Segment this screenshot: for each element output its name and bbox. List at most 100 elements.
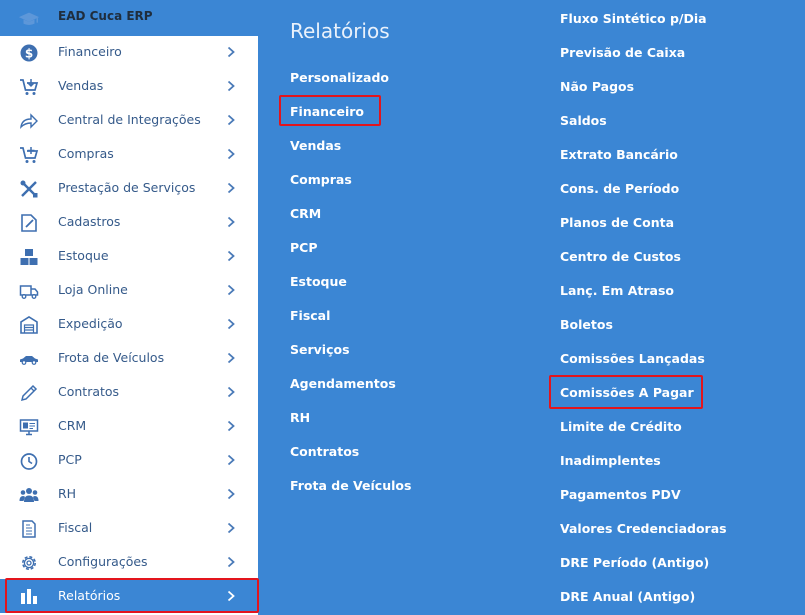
- report-item-inadimplentes[interactable]: Inadimplentes: [560, 453, 661, 468]
- sidebar-item-cadastros[interactable]: Cadastros: [0, 205, 258, 239]
- sidebar-item-label: Expedição: [58, 316, 123, 331]
- sidebar-item-rh[interactable]: RH: [0, 477, 258, 511]
- sidebar-item-label: Central de Integrações: [58, 112, 201, 127]
- sidebar-item-contratos[interactable]: Contratos: [0, 375, 258, 409]
- submenu-item-frota-veiculos[interactable]: Frota de Veículos: [290, 478, 411, 493]
- brand-header[interactable]: EAD Cuca ERP: [0, 0, 258, 36]
- warehouse-icon: [20, 316, 38, 334]
- share-arrow-icon: [20, 113, 38, 129]
- chevron-right-icon: [227, 114, 235, 126]
- highlight-box-relatorios: [5, 578, 259, 613]
- sidebar-item-label: Prestação de Serviços: [58, 180, 196, 195]
- submenu-item-contratos[interactable]: Contratos: [290, 444, 359, 459]
- chevron-right-icon: [227, 80, 235, 92]
- report-item-comissoes-a-pagar[interactable]: Comissões A Pagar: [560, 385, 694, 400]
- sidebar-item-label: RH: [58, 486, 77, 501]
- chevron-right-icon: [227, 216, 235, 228]
- sidebar-item-configuracoes[interactable]: Configurações: [0, 545, 258, 579]
- sidebar-item-crm[interactable]: CRM: [0, 409, 258, 443]
- report-item-limite-credito[interactable]: Limite de Crédito: [560, 419, 682, 434]
- report-item-pagamentos-pdv[interactable]: Pagamentos PDV: [560, 487, 681, 502]
- sidebar-item-label: Frota de Veículos: [58, 350, 165, 365]
- monitor-icon: [19, 419, 39, 436]
- chevron-right-icon: [227, 284, 235, 296]
- sidebar-item-label: Contratos: [58, 384, 120, 399]
- report-item-nao-pagos[interactable]: Não Pagos: [560, 79, 634, 94]
- cart-icon: [20, 79, 39, 95]
- submenu-item-pcp[interactable]: PCP: [290, 240, 318, 255]
- submenu-item-servicos[interactable]: Serviços: [290, 342, 350, 357]
- submenu-title: Relatórios: [290, 19, 390, 43]
- report-item-dre-anual[interactable]: DRE Anual (Antigo): [560, 589, 695, 604]
- sidebar-item-vendas[interactable]: Vendas: [0, 69, 258, 103]
- graduation-cap-icon: [18, 12, 40, 25]
- submenu-item-financeiro[interactable]: Financeiro: [290, 104, 364, 119]
- sidebar-item-frota-veiculos[interactable]: Frota de Veículos: [0, 341, 258, 375]
- sidebar-item-compras[interactable]: Compras: [0, 137, 258, 171]
- boxes-icon: [20, 249, 38, 265]
- svg-text:$: $: [25, 46, 33, 60]
- edit-document-icon: [21, 214, 37, 232]
- receipt-icon: [22, 520, 36, 538]
- report-item-planos-conta[interactable]: Planos de Conta: [560, 215, 674, 230]
- sidebar-item-label: Loja Online: [58, 282, 128, 297]
- report-item-extrato-bancario[interactable]: Extrato Bancário: [560, 147, 678, 162]
- sidebar-item-pcp[interactable]: PCP: [0, 443, 258, 477]
- sidebar-item-label: Vendas: [58, 78, 104, 93]
- report-item-dre-periodo[interactable]: DRE Período (Antigo): [560, 555, 709, 570]
- submenu-item-agendamentos[interactable]: Agendamentos: [290, 376, 396, 391]
- sidebar-item-label: Estoque: [58, 248, 109, 263]
- report-item-valores-credenciadoras[interactable]: Valores Credenciadoras: [560, 521, 727, 536]
- report-item-cons-periodo[interactable]: Cons. de Período: [560, 181, 679, 196]
- submenu-item-compras[interactable]: Compras: [290, 172, 352, 187]
- report-item-centro-custos[interactable]: Centro de Custos: [560, 249, 681, 264]
- sidebar-item-label: Financeiro: [58, 44, 122, 59]
- report-item-comissoes-lancadas[interactable]: Comissões Lançadas: [560, 351, 705, 366]
- sidebar-item-label: Fiscal: [58, 520, 93, 535]
- submenu-item-personalizado[interactable]: Personalizado: [290, 70, 389, 85]
- sidebar-item-fiscal[interactable]: Fiscal: [0, 511, 258, 545]
- dollar-circle-icon: $: [20, 44, 38, 62]
- chevron-right-icon: [227, 46, 235, 58]
- submenu-item-crm[interactable]: CRM: [290, 206, 321, 221]
- submenu-item-fiscal[interactable]: Fiscal: [290, 308, 330, 323]
- report-item-saldos[interactable]: Saldos: [560, 113, 607, 128]
- sidebar-item-label: Configurações: [58, 554, 148, 569]
- chevron-right-icon: [227, 420, 235, 432]
- report-item-lanc-em-atraso[interactable]: Lanç. Em Atraso: [560, 283, 674, 298]
- gear-icon: [22, 556, 36, 570]
- chevron-right-icon: [227, 148, 235, 160]
- submenu-item-estoque[interactable]: Estoque: [290, 274, 347, 289]
- chevron-right-icon: [227, 488, 235, 500]
- sidebar-item-central-integracoes[interactable]: Central de Integrações: [0, 103, 258, 137]
- chevron-right-icon: [227, 522, 235, 534]
- report-item-previsao-caixa[interactable]: Previsão de Caixa: [560, 45, 685, 60]
- tools-icon: [20, 180, 38, 198]
- chevron-right-icon: [227, 250, 235, 262]
- chevron-right-icon: [227, 386, 235, 398]
- chevron-right-icon: [227, 318, 235, 330]
- chevron-right-icon: [227, 556, 235, 568]
- sidebar-item-label: Compras: [58, 146, 114, 161]
- sidebar-item-expedicao[interactable]: Expedição: [0, 307, 258, 341]
- chevron-right-icon: [227, 454, 235, 466]
- sidebar-item-label: CRM: [58, 418, 87, 433]
- people-icon: [19, 488, 39, 502]
- submenu-item-rh[interactable]: RH: [290, 410, 310, 425]
- sidebar-item-estoque[interactable]: Estoque: [0, 239, 258, 273]
- sidebar: EAD Cuca ERP $ Financeiro Vendas Central…: [0, 0, 258, 615]
- report-item-fluxo-sintetico[interactable]: Fluxo Sintético p/Dia: [560, 11, 707, 26]
- sidebar-item-prestacao-servicos[interactable]: Prestação de Serviços: [0, 171, 258, 205]
- pen-icon: [20, 384, 38, 402]
- chevron-right-icon: [227, 182, 235, 194]
- sidebar-item-loja-online[interactable]: Loja Online: [0, 273, 258, 307]
- sidebar-item-financeiro[interactable]: $ Financeiro: [0, 35, 258, 69]
- cart-plus-icon: [20, 147, 39, 163]
- brand-name: EAD Cuca ERP: [58, 9, 153, 23]
- chevron-right-icon: [227, 352, 235, 364]
- report-item-boletos[interactable]: Boletos: [560, 317, 613, 332]
- car-icon: [20, 356, 38, 365]
- clock-icon: [20, 453, 38, 470]
- sidebar-item-label: Cadastros: [58, 214, 121, 229]
- submenu-item-vendas[interactable]: Vendas: [290, 138, 341, 153]
